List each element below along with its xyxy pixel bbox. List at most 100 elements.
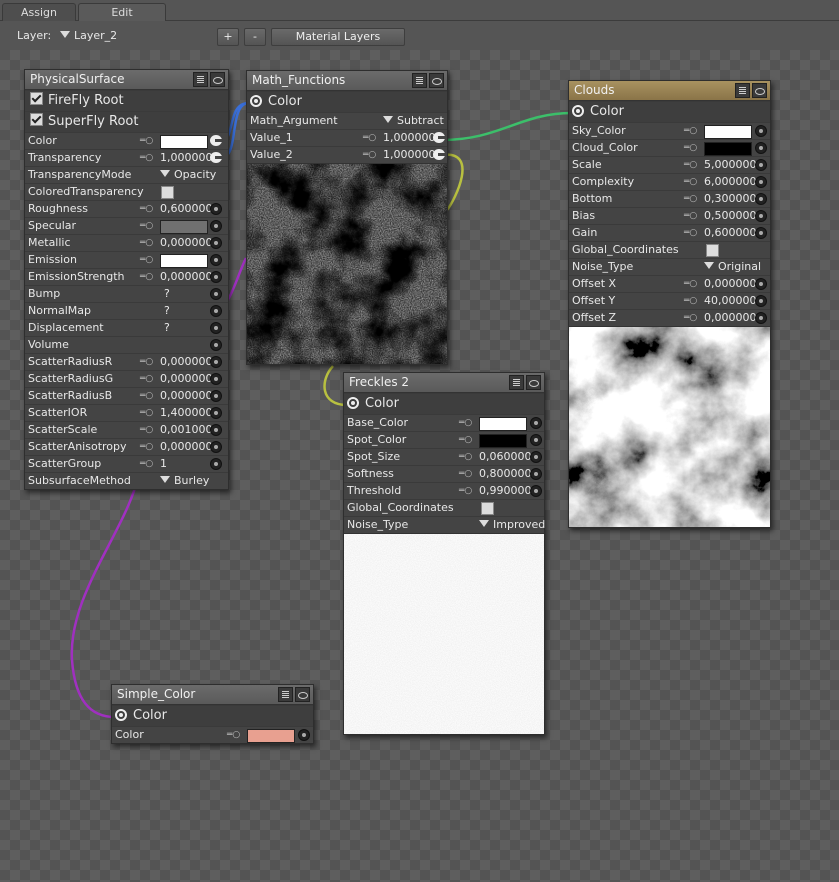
input-socket-icon[interactable] xyxy=(530,434,542,446)
param-value[interactable]: 0,800000 xyxy=(479,466,532,482)
preview-toggle-icon[interactable] xyxy=(295,687,310,702)
param-dropdown[interactable]: Improved xyxy=(479,517,545,533)
key-icon[interactable]: ═○ xyxy=(684,225,697,241)
physical-surface-node[interactable]: PhysicalSurface FireFly Root SuperFly Ro… xyxy=(24,69,229,490)
key-icon[interactable]: ═○ xyxy=(140,388,153,404)
param-row[interactable]: Value_2 ═○ 1,000000 xyxy=(247,146,447,163)
param-row[interactable]: Spot_Size ═○ 0,060000 xyxy=(344,448,544,465)
simple-color-node[interactable]: Simple_Color Color Color ═○ xyxy=(111,684,314,744)
key-icon[interactable]: ═○ xyxy=(227,727,240,743)
input-socket-icon[interactable] xyxy=(755,312,767,324)
node-title[interactable]: Math_Functions xyxy=(247,71,447,91)
color-swatch[interactable] xyxy=(160,135,208,149)
freckles-node[interactable]: Freckles 2 Color Base_Color ═○ Spot_Color ═… xyxy=(343,372,545,735)
param-value[interactable]: 0,000000 xyxy=(160,371,213,387)
key-icon[interactable]: ═○ xyxy=(459,483,472,499)
param-value[interactable]: 1,400000 xyxy=(160,405,213,421)
key-icon[interactable]: ═○ xyxy=(459,432,472,448)
output-color-row[interactable]: Color xyxy=(247,91,447,112)
input-socket-icon[interactable] xyxy=(210,220,222,232)
param-row[interactable]: ScatterRadiusR ═○ 0,000000 xyxy=(25,353,228,370)
param-row[interactable]: Sky_Color ═○ xyxy=(569,122,770,139)
color-swatch[interactable] xyxy=(247,729,295,743)
key-icon[interactable]: ═○ xyxy=(459,415,472,431)
param-value[interactable]: 0,060000 xyxy=(479,449,532,465)
color-swatch[interactable] xyxy=(704,125,752,139)
checkbox-icon[interactable] xyxy=(30,113,43,126)
param-row[interactable]: Offset X ═○ 0,000000 xyxy=(569,275,770,292)
key-icon[interactable]: ═○ xyxy=(684,276,697,292)
param-row[interactable]: TransparencyMode Opacity xyxy=(25,166,228,183)
param-row[interactable]: ScatterIOR ═○ 1,400000 xyxy=(25,404,228,421)
input-socket-icon[interactable] xyxy=(530,451,542,463)
input-socket-icon[interactable] xyxy=(210,424,222,436)
color-swatch[interactable] xyxy=(160,254,208,268)
param-dropdown[interactable]: Subtract xyxy=(383,113,444,129)
param-value[interactable]: ? xyxy=(164,320,170,336)
param-row[interactable]: ScatterAnisotropy ═○ 0,000000 xyxy=(25,438,228,455)
param-value[interactable]: 6,000000 xyxy=(704,174,757,190)
param-row[interactable]: ScatterGroup ═○ 1 xyxy=(25,455,228,472)
param-value[interactable]: 0,600000 xyxy=(160,201,213,217)
input-socket-icon[interactable] xyxy=(755,227,767,239)
node-title[interactable]: Simple_Color xyxy=(112,685,313,705)
param-value[interactable]: 0,000000 xyxy=(160,235,213,251)
param-row[interactable]: ScatterScale ═○ 0,001000 xyxy=(25,421,228,438)
param-value[interactable]: 1,000000 xyxy=(383,147,436,163)
param-row[interactable]: Scale ═○ 5,000000 xyxy=(569,156,770,173)
param-row[interactable]: Noise_Type Improved xyxy=(344,516,545,533)
key-icon[interactable]: ═○ xyxy=(140,269,153,285)
input-socket-icon[interactable] xyxy=(210,356,222,368)
color-swatch[interactable] xyxy=(704,142,752,156)
key-icon[interactable]: ═○ xyxy=(140,133,153,149)
param-row[interactable]: Emission ═○ xyxy=(25,251,228,268)
input-socket-icon[interactable] xyxy=(755,176,767,188)
key-icon[interactable]: ═○ xyxy=(459,466,472,482)
input-socket-icon[interactable] xyxy=(530,485,542,497)
key-icon[interactable]: ═○ xyxy=(363,130,376,146)
input-socket-icon[interactable] xyxy=(210,458,222,470)
key-icon[interactable]: ═○ xyxy=(684,157,697,173)
output-socket-icon[interactable] xyxy=(210,152,222,163)
param-value[interactable]: 1 xyxy=(160,456,167,472)
key-icon[interactable]: ═○ xyxy=(684,140,697,156)
key-icon[interactable]: ═○ xyxy=(684,191,697,207)
param-row[interactable]: Global_Coordinates xyxy=(569,241,770,258)
preview-toggle-icon[interactable] xyxy=(752,83,767,98)
input-socket-icon[interactable] xyxy=(210,254,222,266)
key-icon[interactable]: ═○ xyxy=(140,354,153,370)
node-title[interactable]: Clouds xyxy=(569,81,770,101)
firefly-root-row[interactable]: FireFly Root xyxy=(25,90,228,111)
param-row[interactable]: ColoredTransparency xyxy=(25,183,228,200)
param-dropdown[interactable]: Burley xyxy=(160,473,209,489)
list-icon[interactable] xyxy=(278,687,293,702)
output-socket-icon[interactable] xyxy=(572,105,584,117)
input-socket-icon[interactable] xyxy=(210,288,222,300)
param-row[interactable]: Value_1 ═○ 1,000000 xyxy=(247,129,447,146)
key-icon[interactable]: ═○ xyxy=(459,449,472,465)
layer-dropdown[interactable]: Layer_2 xyxy=(60,29,117,42)
param-value[interactable]: 1,000000 xyxy=(160,150,213,166)
key-icon[interactable]: ═○ xyxy=(140,405,153,421)
param-value[interactable]: 0,300000 xyxy=(704,191,757,207)
output-socket-icon[interactable] xyxy=(433,149,445,160)
remove-layer-button[interactable]: - xyxy=(244,28,266,46)
param-value[interactable]: 0,000000 xyxy=(704,276,757,292)
checkbox-icon[interactable] xyxy=(161,186,174,199)
checkbox-icon[interactable] xyxy=(706,244,719,257)
math-functions-node[interactable]: Math_Functions Color Math_Argument Subtra… xyxy=(246,70,448,365)
param-value[interactable]: 1,000000 xyxy=(383,130,436,146)
param-row[interactable]: Color ═○ xyxy=(112,726,313,743)
output-socket-icon[interactable] xyxy=(433,132,445,143)
param-value[interactable]: ? xyxy=(164,303,170,319)
param-row[interactable]: ScatterRadiusG ═○ 0,000000 xyxy=(25,370,228,387)
param-value[interactable]: 0,000000 xyxy=(160,269,213,285)
param-value[interactable]: 0,000000 xyxy=(160,388,213,404)
preview-toggle-icon[interactable] xyxy=(210,72,225,87)
list-icon[interactable] xyxy=(735,83,750,98)
param-row[interactable]: Threshold ═○ 0,990000 xyxy=(344,482,544,499)
input-socket-icon[interactable] xyxy=(530,417,542,429)
color-swatch[interactable] xyxy=(160,220,208,234)
list-icon[interactable] xyxy=(193,72,208,87)
tab-assign[interactable]: Assign xyxy=(2,3,76,21)
